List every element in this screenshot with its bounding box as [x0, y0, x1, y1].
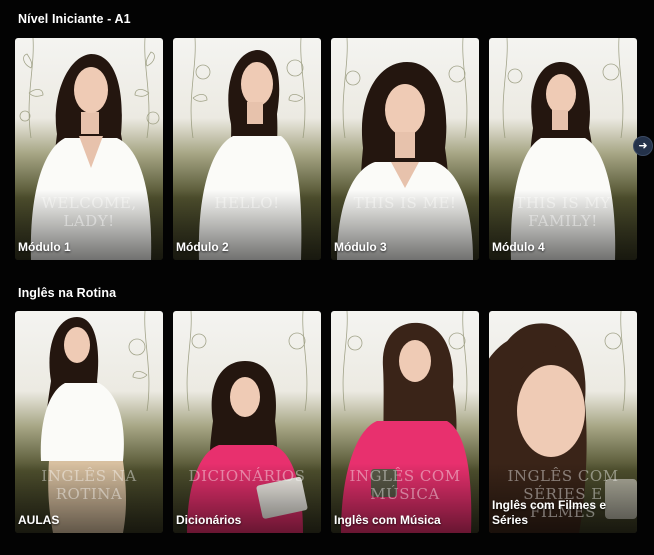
module-2-overlay-text: HELLO!: [214, 194, 280, 212]
module-4-label: Módulo 4: [492, 240, 545, 254]
module-1-overlay-text: WELCOME, LADY!: [41, 194, 137, 230]
module-card-2[interactable]: HELLO! Módulo 2: [173, 38, 321, 260]
module-1-label: Módulo 1: [18, 240, 71, 254]
dicionarios-overlay-text: DICIONÁRIOS: [188, 467, 306, 485]
module-card-3[interactable]: THIS IS ME! Módulo 3: [331, 38, 479, 260]
aulas-label: AULAS: [18, 513, 60, 527]
module-4-overlay-text: THIS IS MY FAMILY!: [515, 194, 611, 230]
module-3-overlay-text: THIS IS ME!: [353, 194, 457, 212]
arrow-right-icon[interactable]: ➜: [633, 136, 653, 156]
module-2-label: Módulo 2: [176, 240, 229, 254]
aulas-overlay-text: INGLÊS NA ROTINA: [41, 467, 137, 503]
rotina-card-musica[interactable]: INGLÊS COM MÚSICA Inglês com Música: [331, 311, 479, 533]
filmes-label: Inglês com Filmes e Séries: [492, 498, 607, 527]
musica-overlay-text: INGLÊS COM MÚSICA: [349, 467, 461, 503]
module-row-nivel-iniciante: WELCOME, LADY! Módulo 1 HELLO! Módulo 2: [15, 38, 637, 260]
section-title-nivel-iniciante: Nível Iniciante - A1: [18, 12, 131, 26]
section-title-ingles-na-rotina: Inglês na Rotina: [18, 286, 117, 300]
musica-label: Inglês com Música: [334, 513, 441, 527]
module-3-label: Módulo 3: [334, 240, 387, 254]
module-row-ingles-na-rotina: INGLÊS NA ROTINA AULAS DICIONÁRIOS Dicio…: [15, 311, 637, 533]
rotina-card-aulas[interactable]: INGLÊS NA ROTINA AULAS: [15, 311, 163, 533]
course-catalog: Nível Iniciante - A1 WELCOME, LADY! Módu…: [0, 0, 654, 555]
module-card-4[interactable]: THIS IS MY FAMILY! Módulo 4: [489, 38, 637, 260]
rotina-card-filmes[interactable]: INGLÊS COM SÉRIES E FILMES Inglês com Fi…: [489, 311, 637, 533]
module-card-1[interactable]: WELCOME, LADY! Módulo 1: [15, 38, 163, 260]
rotina-card-dicionarios[interactable]: DICIONÁRIOS Dicionários: [173, 311, 321, 533]
dicionarios-label: Dicionários: [176, 513, 242, 527]
